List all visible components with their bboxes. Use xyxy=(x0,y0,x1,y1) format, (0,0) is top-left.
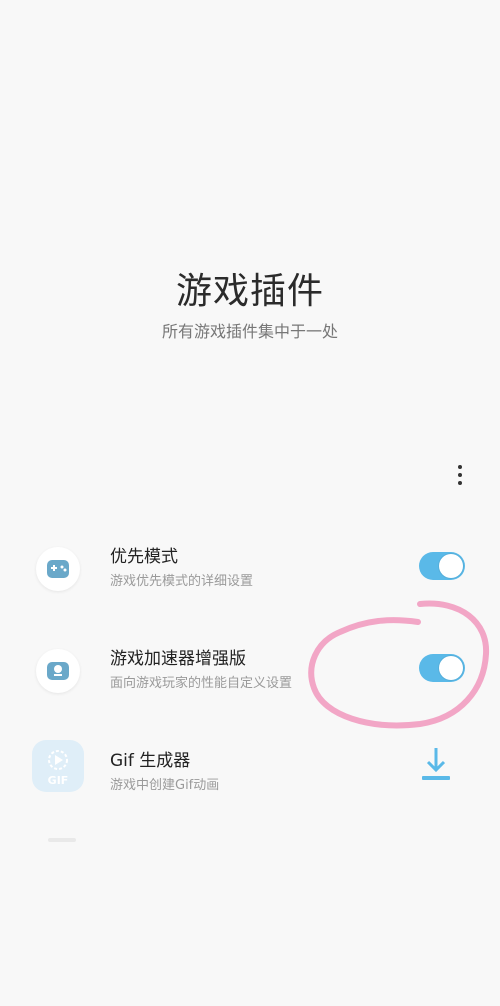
plugin-description: 游戏优先模式的详细设置 xyxy=(110,574,254,589)
plugin-row-gif-maker[interactable]: GIF Gif 生成器 游戏中创建Gif动画 xyxy=(0,736,500,820)
game-booster-toggle[interactable] xyxy=(419,654,465,682)
plugin-row-game-booster[interactable]: 游戏加速器增强版 面向游戏玩家的性能自定义设置 xyxy=(0,634,500,718)
download-icon[interactable] xyxy=(418,744,454,784)
gamepad-icon xyxy=(36,547,80,591)
plugin-title: Gif 生成器 xyxy=(110,751,191,771)
gif-icon-label: GIF xyxy=(48,774,69,787)
plugin-title: 优先模式 xyxy=(110,547,178,567)
gif-icon: GIF xyxy=(32,740,84,792)
game-booster-icon xyxy=(36,649,80,693)
plugin-row-priority-mode[interactable]: 优先模式 游戏优先模式的详细设置 xyxy=(0,532,500,616)
plugin-description: 面向游戏玩家的性能自定义设置 xyxy=(110,676,293,691)
toggle-knob xyxy=(439,554,463,578)
toggle-knob xyxy=(439,656,463,680)
plugin-title: 游戏加速器增强版 xyxy=(110,649,246,669)
plugin-description: 游戏中创建Gif动画 xyxy=(110,778,220,793)
page-subtitle: 所有游戏插件集中于一处 xyxy=(161,322,338,341)
page-title: 游戏插件 xyxy=(175,271,324,312)
next-item-hint xyxy=(48,838,76,842)
priority-mode-toggle[interactable] xyxy=(419,552,465,580)
more-vertical-icon xyxy=(458,465,462,469)
more-options-button[interactable] xyxy=(448,458,472,492)
